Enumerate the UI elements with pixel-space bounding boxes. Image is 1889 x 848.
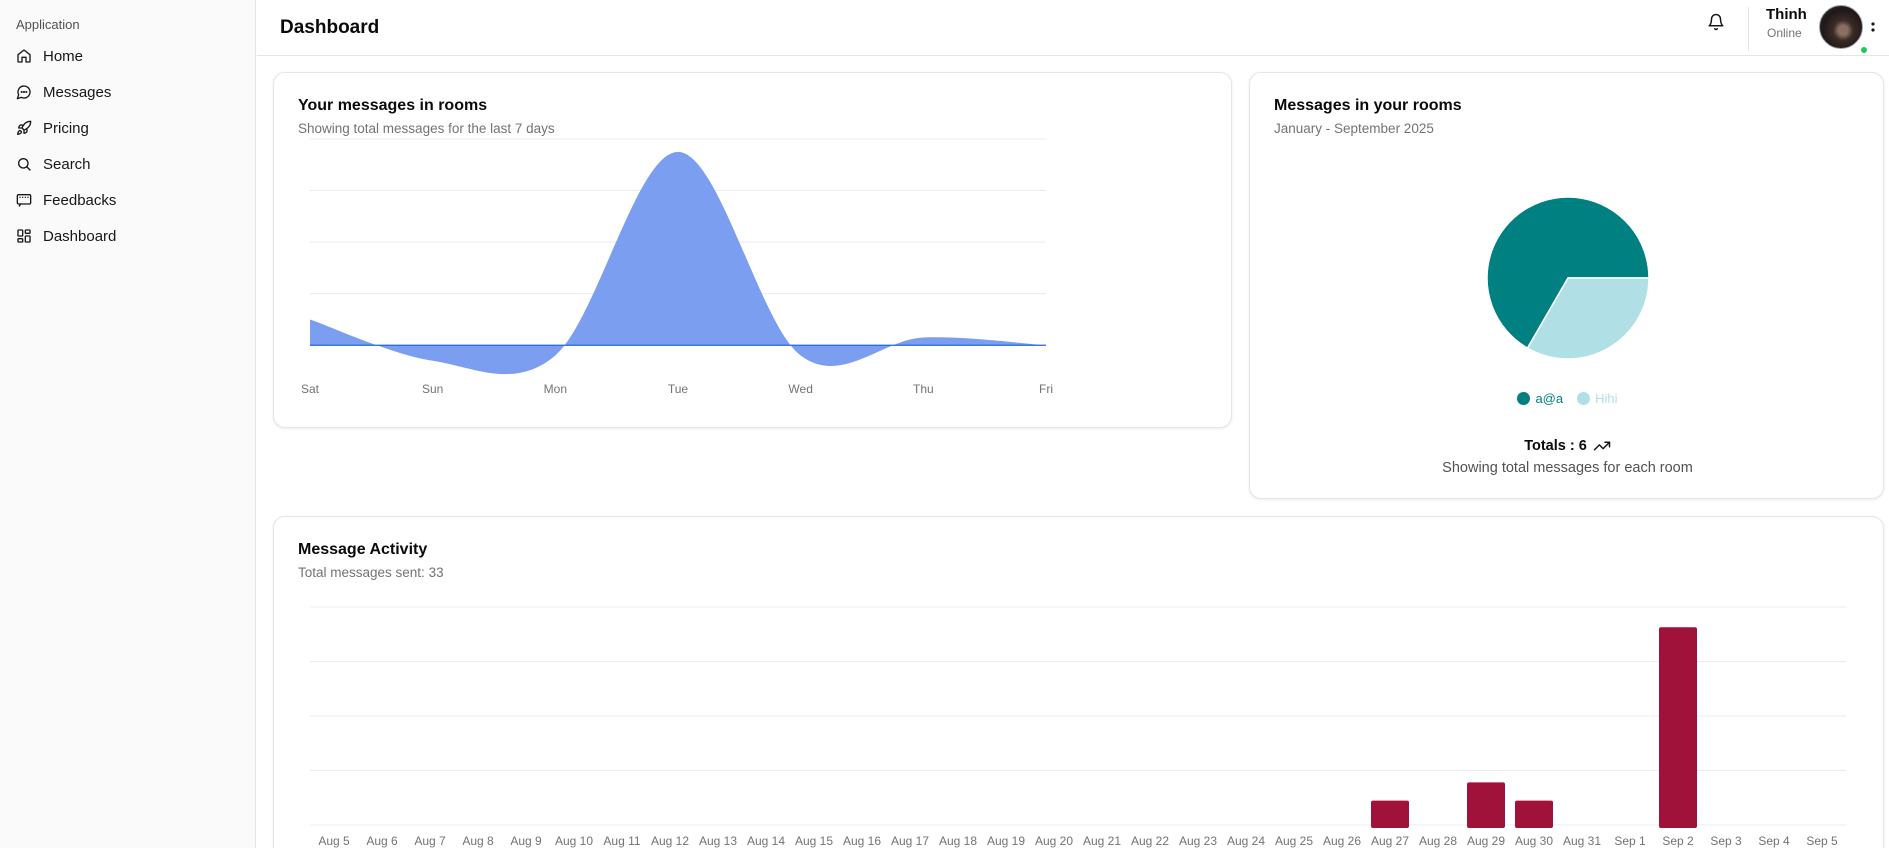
bell-icon[interactable]	[1707, 13, 1725, 31]
sidebar-item-search[interactable]: Search	[8, 146, 248, 182]
x-tick-label: Aug 12	[651, 834, 689, 848]
pie-legend: a@a Hihi	[1250, 391, 1885, 406]
x-tick-label: Sat	[301, 382, 320, 396]
area-series	[310, 151, 1046, 375]
sidebar-item-label: Dashboard	[43, 227, 117, 245]
sidebar-item-label: Feedbacks	[43, 191, 117, 209]
legend-item: a@a	[1517, 391, 1563, 406]
x-tick-label: Aug 31	[1563, 834, 1601, 848]
legend-label: Hihi	[1595, 391, 1618, 406]
pie-footer-text: Showing total messages for each room	[1442, 460, 1693, 476]
x-tick-label: Aug 8	[462, 834, 494, 848]
sidebar-item-feedbacks[interactable]: Feedbacks	[8, 182, 248, 218]
legend-label: a@a	[1535, 391, 1564, 406]
x-tick-label: Aug 23	[1179, 834, 1217, 848]
header-divider	[1748, 7, 1749, 51]
x-tick-label: Sep 3	[1710, 834, 1742, 848]
x-tick-label: Sun	[422, 382, 443, 396]
x-tick-label: Aug 21	[1083, 834, 1121, 848]
x-tick-label: Aug 6	[366, 834, 398, 848]
x-tick-label: Aug 24	[1227, 834, 1265, 848]
x-tick-label: Aug 7	[414, 834, 446, 848]
user-status: Online	[1767, 26, 1802, 40]
feedback-icon	[16, 194, 32, 207]
rocket-icon	[17, 120, 32, 135]
x-tick-label: Aug 15	[795, 834, 833, 848]
x-tick-label: Aug 19	[987, 834, 1025, 848]
bar	[1467, 782, 1505, 828]
x-tick-label: Tue	[668, 382, 689, 396]
totals-label: Totals : 6	[1524, 438, 1587, 454]
search-icon	[18, 158, 31, 171]
x-tick-label: Sep 2	[1662, 834, 1694, 848]
x-tick-label: Aug 16	[843, 834, 881, 848]
area-chart: Sat Sun Mon Tue Wed Thu Fri	[301, 138, 1053, 396]
x-tick-label: Aug 14	[747, 834, 785, 848]
x-tick-label: Aug 26	[1323, 834, 1361, 848]
x-tick-label: Aug 25	[1275, 834, 1313, 848]
x-tick-label: Aug 17	[891, 834, 929, 848]
sidebar-nav: Home Messages Pricing Search Feedbacks D…	[8, 38, 248, 254]
pie-totals: Totals : 6	[1250, 437, 1885, 455]
messages-per-room-card: Messages in your rooms January - Septemb…	[1249, 72, 1884, 499]
sidebar-item-pricing[interactable]: Pricing	[8, 110, 248, 146]
x-tick-label: Wed	[788, 382, 812, 396]
sidebar-item-home[interactable]: Home	[8, 38, 248, 74]
online-status-dot	[1860, 46, 1868, 54]
sidebar-item-label: Messages	[43, 83, 112, 101]
sidebar-group-label: Application	[16, 17, 80, 32]
bar-chart: Aug 5 Aug 6 Aug 7 Aug 8 Aug 9 Aug 10 Aug 11 Aug…	[310, 606, 1846, 848]
avatar[interactable]	[1819, 5, 1863, 49]
trending-up-icon	[1593, 441, 1611, 451]
x-tick-label: Aug 9	[510, 834, 542, 848]
x-tick-label: Aug 5	[318, 834, 350, 848]
x-tick-label: Sep 5	[1806, 834, 1838, 848]
legend-item: Hihi	[1577, 391, 1618, 406]
page-title: Dashboard	[280, 17, 380, 38]
legend-swatch	[1517, 392, 1531, 405]
messages-in-rooms-card: Your messages in rooms Showing total mes…	[273, 72, 1232, 428]
sidebar-item-label: Pricing	[43, 119, 89, 137]
x-tick-label: Aug 30	[1515, 834, 1553, 848]
x-tick-label: Aug 29	[1467, 834, 1505, 848]
x-tick-label: Sep 1	[1614, 834, 1646, 848]
dashboard-icon	[17, 229, 31, 243]
sidebar-item-label: Home	[43, 47, 84, 65]
top-header: Dashboard Thinh Online	[257, 0, 1889, 56]
sidebar-item-messages[interactable]: Messages	[8, 74, 248, 110]
sidebar-item-dashboard[interactable]: Dashboard	[8, 218, 248, 254]
x-tick-label: Aug 20	[1035, 834, 1073, 848]
more-vertical-icon[interactable]	[1869, 18, 1877, 38]
x-tick-label: Mon	[544, 382, 567, 396]
x-tick-label: Aug 13	[699, 834, 737, 848]
x-tick-label: Aug 28	[1419, 834, 1457, 848]
bar	[1659, 627, 1697, 828]
x-tick-label: Fri	[1039, 382, 1053, 396]
message-activity-card: Message Activity Total messages sent: 33…	[273, 516, 1884, 848]
home-icon	[17, 49, 31, 63]
x-tick-label: Sep 4	[1758, 834, 1790, 848]
x-tick-label: Aug 22	[1131, 834, 1169, 848]
bar	[1515, 800, 1553, 828]
message-circle-icon	[16, 85, 31, 100]
x-tick-label: Thu	[913, 382, 934, 396]
bar	[1371, 800, 1409, 828]
user-name: Thinh	[1766, 6, 1807, 23]
x-tick-label: Aug 18	[939, 834, 977, 848]
x-tick-label: Aug 27	[1371, 834, 1409, 848]
legend-swatch	[1577, 392, 1591, 405]
x-tick-label: Aug 11	[603, 834, 640, 848]
sidebar: Application Home Messages Pricing Search…	[0, 0, 256, 848]
sidebar-item-label: Search	[43, 155, 91, 173]
x-tick-label: Aug 10	[555, 834, 593, 848]
pie-chart	[1486, 196, 1650, 360]
